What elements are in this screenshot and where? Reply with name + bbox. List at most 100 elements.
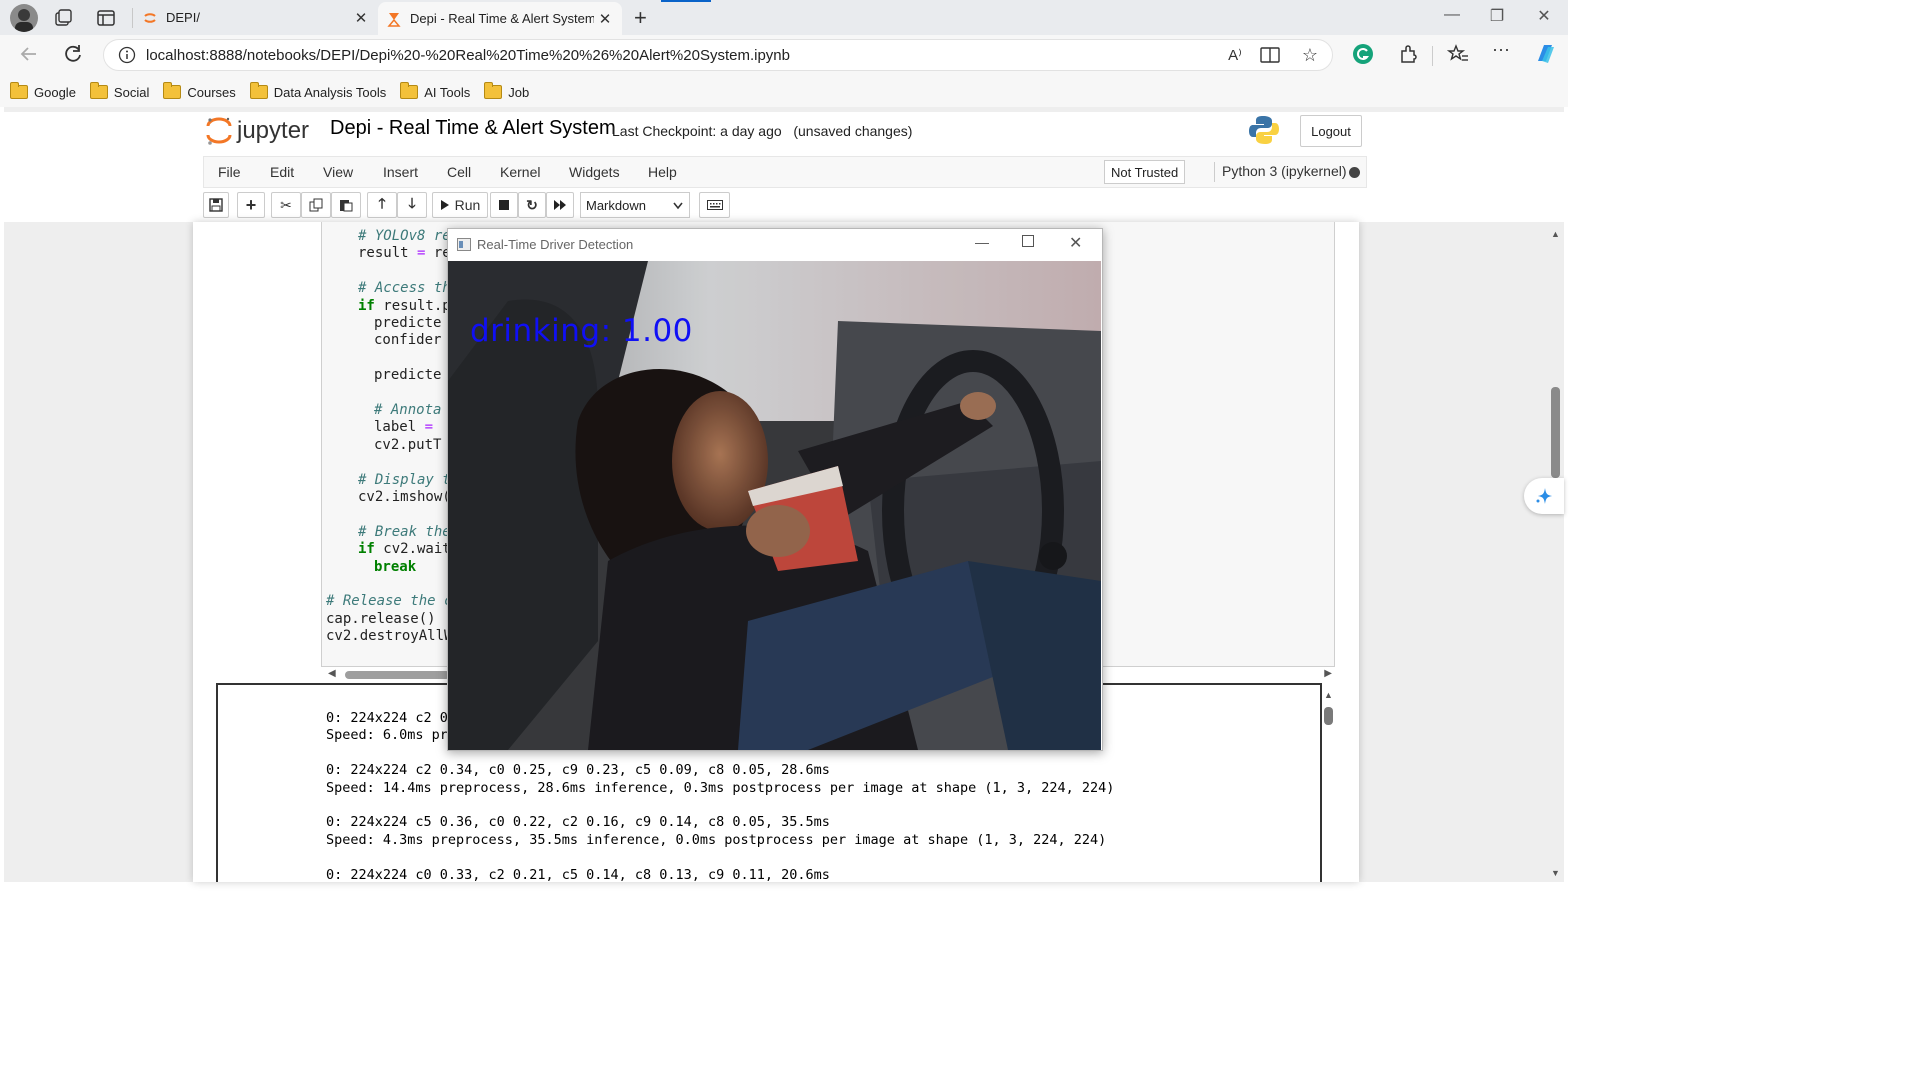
folder-icon <box>10 82 28 99</box>
more-options-icon[interactable]: ··· <box>1492 39 1510 60</box>
restart-kernel-button[interactable]: ↻ <box>518 192 546 218</box>
bookmark-social[interactable]: Social <box>89 82 149 100</box>
move-cell-up-button[interactable]: 🡑 <box>367 192 397 218</box>
output-line: 0: 224x224 c5 0.36, c0 0.22, c2 0.16, c9… <box>326 814 830 831</box>
bookmark-google[interactable]: Google <box>10 82 76 100</box>
output-line: 0: 224x224 c2 0.34, c0 0.25, c9 0.23, c5… <box>326 762 830 779</box>
site-info-icon[interactable] <box>118 46 136 64</box>
copy-button[interactable] <box>301 192 331 218</box>
address-bar-row: localhost:8888/notebooks/DEPI/Depi%20-%2… <box>0 35 1568 77</box>
notebook-title[interactable]: Depi - Real Time & Alert System <box>330 117 616 140</box>
refresh-icon[interactable] <box>62 43 84 65</box>
scroll-up-icon[interactable]: ▲ <box>1324 690 1333 700</box>
bookmark-data-analysis-tools[interactable]: Data Analysis Tools <box>249 82 386 100</box>
scroll-down-icon[interactable]: ▼ <box>1551 868 1560 878</box>
cut-button[interactable]: ✂ <box>271 192 301 218</box>
close-window-button[interactable]: ✕ <box>1524 6 1564 26</box>
cv-window-app-icon <box>457 238 471 251</box>
run-cell-button[interactable]: Run <box>432 192 488 218</box>
url-text[interactable]: localhost:8888/notebooks/DEPI/Depi%20-%2… <box>146 47 1228 64</box>
workspaces-icon[interactable] <box>53 8 73 28</box>
address-bar[interactable]: localhost:8888/notebooks/DEPI/Depi%20-%2… <box>103 39 1333 71</box>
close-tab-icon[interactable]: ✕ <box>594 10 616 28</box>
code-line: cv2.putT <box>374 437 441 454</box>
new-tab-button[interactable]: + <box>634 5 647 31</box>
restore-window-button[interactable]: ❐ <box>1477 6 1517 26</box>
code-token: predicte <box>374 315 442 331</box>
code-token: cap.release() <box>326 610 436 627</box>
bookmark-courses[interactable]: Courses <box>163 82 236 100</box>
favorite-star-icon[interactable]: ☆ <box>1302 45 1318 66</box>
arrow-down-icon: 🡓 <box>408 195 416 211</box>
menu-kernel[interactable]: Kernel <box>500 164 540 180</box>
menu-cell[interactable]: Cell <box>447 164 471 180</box>
save-icon <box>209 198 223 212</box>
restart-run-all-button[interactable] <box>546 192 574 218</box>
menu-help[interactable]: Help <box>648 164 677 180</box>
bookmark-job[interactable]: Job <box>484 82 529 100</box>
cv-maximize-button[interactable] <box>1022 235 1034 247</box>
save-button[interactable] <box>203 192 229 218</box>
code-keyword: break <box>374 558 417 575</box>
minimize-window-button[interactable]: — <box>1432 6 1472 24</box>
tab-actions-icon[interactable] <box>96 8 116 28</box>
menu-view[interactable]: View <box>323 164 353 180</box>
chevron-down-icon <box>673 202 683 210</box>
jupyter-logo[interactable]: jupyter <box>205 116 309 146</box>
bookmark-ai-tools[interactable]: AI Tools <box>400 82 470 100</box>
cell-type-select[interactable]: Markdown <box>580 192 690 218</box>
extensions-icon[interactable] <box>1398 43 1420 65</box>
folder-icon <box>163 82 182 99</box>
trust-status-button[interactable]: Not Trusted <box>1104 160 1186 184</box>
close-tab-icon[interactable]: ✕ <box>350 9 372 27</box>
tab-notebook-active[interactable]: Depi - Real Time & Alert System - ✕ <box>378 2 622 35</box>
folder-icon <box>484 82 503 99</box>
sparkle-icon <box>1536 488 1552 504</box>
paste-button[interactable] <box>331 192 361 218</box>
logout-button[interactable]: Logout <box>1300 115 1362 147</box>
run-label: Run <box>454 197 481 213</box>
command-palette-button[interactable] <box>699 192 730 218</box>
grammarly-icon[interactable] <box>1352 43 1374 65</box>
copilot-sidebar-button[interactable] <box>1524 478 1564 514</box>
menu-file[interactable]: File <box>218 164 241 180</box>
scroll-up-icon[interactable]: ▲ <box>1551 229 1560 239</box>
profile-avatar[interactable] <box>10 4 38 32</box>
scroll-right-icon[interactable]: ▶ <box>1324 668 1332 679</box>
copilot-icon[interactable] <box>1533 41 1559 67</box>
code-scrollbar-thumb[interactable] <box>345 671 450 679</box>
menu-widgets[interactable]: Widgets <box>569 164 620 180</box>
folder-icon <box>249 82 268 99</box>
scroll-left-icon[interactable]: ◀ <box>328 668 336 679</box>
page-scrollbar[interactable]: ▲ ▼ <box>1548 225 1564 882</box>
kernel-name[interactable]: Python 3 (ipykernel) <box>1222 163 1347 179</box>
cv-detection-window[interactable]: Real-Time Driver Detection — ✕ drinking:… <box>447 228 1103 751</box>
cv-minimize-button[interactable]: — <box>975 234 989 250</box>
code-comment: # Release the co <box>326 593 461 610</box>
insert-cell-below-button[interactable]: + <box>237 192 265 218</box>
cv-window-titlebar[interactable]: Real-Time Driver Detection — ✕ <box>448 229 1102 260</box>
code-line: # Display th <box>358 472 459 489</box>
code-line: if result.pr <box>358 298 459 315</box>
output-line: 0: 224x224 c2 0 <box>326 710 448 726</box>
camera-frame-image: drinking: 1.00 <box>448 261 1101 750</box>
cv-close-button[interactable]: ✕ <box>1069 233 1082 253</box>
favorites-icon[interactable] <box>1447 43 1469 65</box>
tab-title: DEPI/ <box>166 10 200 25</box>
move-cell-down-button[interactable]: 🡓 <box>397 192 427 218</box>
interrupt-kernel-button[interactable] <box>490 192 518 218</box>
tab-depi[interactable]: DEPI/ ✕ <box>134 0 378 35</box>
back-arrow-icon[interactable] <box>18 43 40 65</box>
page-scrollbar-thumb[interactable] <box>1551 387 1560 478</box>
immersive-reader-icon[interactable] <box>1260 46 1280 64</box>
copy-icon <box>309 198 323 212</box>
read-aloud-icon[interactable]: A⁾ <box>1228 46 1242 64</box>
bookmark-label: Google <box>34 84 76 100</box>
maximize-icon <box>1022 235 1034 247</box>
stop-icon <box>499 200 509 210</box>
code-line: # Release the co <box>326 593 461 610</box>
menu-insert[interactable]: Insert <box>383 164 418 180</box>
menu-edit[interactable]: Edit <box>270 164 294 180</box>
output-scrollbar-thumb[interactable] <box>1324 707 1333 725</box>
cv-window-title: Real-Time Driver Detection <box>477 237 634 252</box>
